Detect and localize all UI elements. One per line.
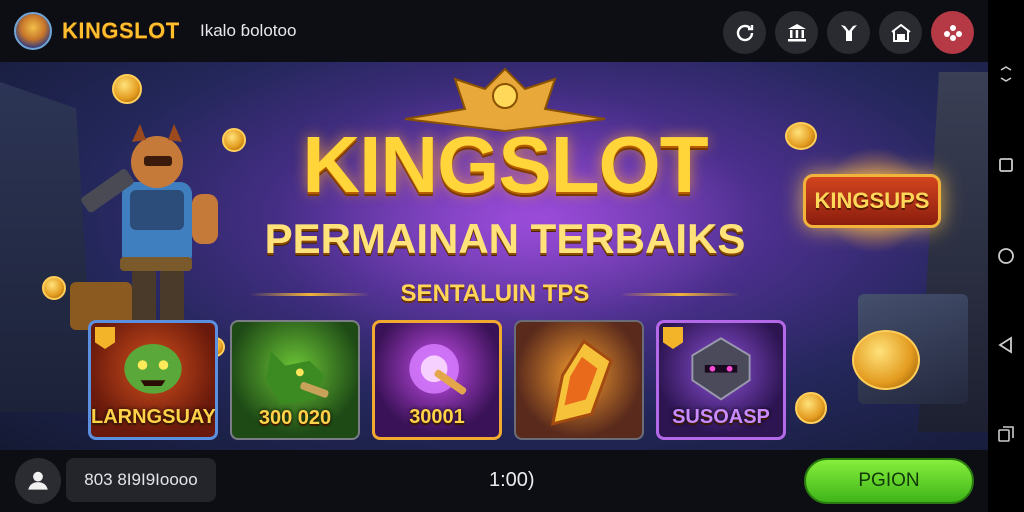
ribbon-text: SENTALUIN TPS bbox=[400, 280, 590, 307]
fire-shield-icon bbox=[550, 339, 613, 426]
android-nav-bar bbox=[988, 0, 1024, 512]
home-nav-button[interactable] bbox=[996, 246, 1016, 266]
game-card[interactable]: SUSOASP bbox=[656, 320, 786, 440]
profile-button[interactable] bbox=[15, 458, 61, 504]
back-icon bbox=[998, 336, 1012, 354]
header-subtitle: Ikalo ɓolotoo bbox=[200, 21, 297, 40]
ribbon-line-right bbox=[620, 293, 740, 296]
game-card[interactable]: LARNGSUAY bbox=[88, 320, 218, 440]
game-card[interactable]: 300 020 bbox=[230, 320, 360, 440]
refresh-icon bbox=[736, 24, 753, 41]
top-bar: KINGSLOT Ikalo ɓolotoo bbox=[0, 0, 988, 62]
logo-avatar[interactable] bbox=[14, 12, 52, 50]
square-button[interactable] bbox=[996, 155, 1016, 175]
square-icon bbox=[999, 158, 1013, 172]
refresh-button[interactable] bbox=[723, 11, 766, 54]
card-label: LARNGSUAY bbox=[91, 406, 216, 428]
rotate-button[interactable] bbox=[996, 64, 1016, 84]
recent-apps-icon bbox=[998, 426, 1014, 442]
ribbon: SENTALUIN TPS bbox=[250, 276, 740, 312]
promo-banner[interactable]: KINGSLOT PERMAINAN TERBAIKS SENTALUIN TP… bbox=[0, 62, 988, 450]
rotate-icon bbox=[1000, 66, 1012, 82]
home-icon bbox=[890, 23, 911, 42]
bottom-bar: 803 8I9I9Ioooo 1:00) PGION bbox=[0, 450, 988, 512]
chat-icon bbox=[943, 24, 962, 41]
timer-display: 1:00) bbox=[489, 469, 535, 491]
coin-icon bbox=[852, 330, 920, 390]
gift-icon bbox=[840, 24, 857, 41]
card-label: SUSOASP bbox=[672, 406, 770, 428]
kingsups-badge[interactable]: KINGSUPS bbox=[803, 174, 941, 228]
game-card[interactable] bbox=[514, 320, 644, 440]
card-label: 300 020 bbox=[258, 407, 332, 429]
back-button[interactable] bbox=[996, 335, 1016, 355]
bank-icon bbox=[787, 23, 806, 41]
game-card-row: LARNGSUAY 300 020 30001 SUSOASP bbox=[88, 320, 786, 440]
recent-apps-button[interactable] bbox=[996, 424, 1016, 444]
brand-name: KINGSLOT bbox=[62, 18, 180, 43]
top-icon-group bbox=[723, 11, 974, 54]
card-label: 30001 bbox=[409, 406, 465, 428]
play-button[interactable]: PGION bbox=[804, 458, 974, 504]
circle-icon bbox=[998, 248, 1014, 264]
coin-icon bbox=[795, 392, 827, 424]
ribbon-line-left bbox=[250, 293, 370, 296]
account-balance[interactable]: 803 8I9I9Ioooo bbox=[66, 458, 216, 502]
user-icon bbox=[28, 471, 48, 490]
bank-button[interactable] bbox=[775, 11, 818, 54]
coin-icon bbox=[112, 74, 142, 104]
chat-button[interactable] bbox=[931, 11, 974, 54]
game-card[interactable]: 30001 bbox=[372, 320, 502, 440]
badge-label: KINGSUPS bbox=[814, 188, 930, 213]
gift-button[interactable] bbox=[827, 11, 870, 54]
home-button[interactable] bbox=[879, 11, 922, 54]
